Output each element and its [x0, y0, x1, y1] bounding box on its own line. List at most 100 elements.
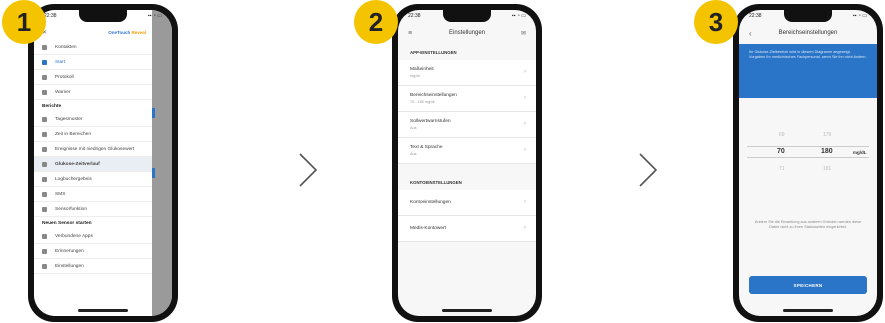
drawer-item[interactable]: Logbuchergebnis: [34, 172, 152, 187]
settings-row[interactable]: Maßeinheit mg/dL ›: [398, 60, 536, 86]
picker-low-next[interactable]: 71: [779, 166, 785, 172]
section-account-settings: KONTOEINSTELLUNGEN: [410, 180, 462, 185]
drawer-item[interactable]: Kontakten: [34, 40, 152, 55]
signal-battery-icon: ▪▪ ◔ ▭: [511, 13, 526, 19]
step-badge-3: 3: [694, 0, 738, 44]
settings-row-value: mg/dL: [410, 74, 421, 78]
chevron-right-icon: [639, 153, 658, 187]
drawer-item-label: Berichte: [42, 103, 62, 109]
section-app-settings: APP-EINSTELLUNGEN: [410, 50, 457, 55]
settings-row-title: Kontoeinstellungen: [410, 200, 451, 205]
drawer-item-label: Ereignisse mit niedrigen Glukosewert: [55, 146, 135, 152]
chevron-right-icon: [299, 153, 318, 187]
picker-high-prev[interactable]: 179: [823, 132, 831, 138]
drawer-item-label: Kontakten: [55, 44, 77, 50]
phone-3: 22:38 ▪▪ ◔ ▭ ‹ Bereichseinstellungen Ihr…: [733, 4, 883, 322]
menu-item-icon: [42, 89, 47, 95]
picker-high-value[interactable]: 180: [821, 148, 833, 155]
drawer-item-label: SMS: [55, 191, 66, 197]
drawer-item-label: Protokoll: [55, 74, 74, 80]
back-icon[interactable]: ‹: [749, 29, 752, 38]
settings-row-title: Bereichseinstellungen: [410, 93, 457, 98]
menu-item-icon: [42, 191, 47, 197]
drawer-item[interactable]: Tagesmuster: [34, 112, 152, 127]
phone-2: 22:38 ▪▪ ◔ ▭ ≡ Einstellungen ✉ APP-EINST…: [392, 4, 542, 322]
drawer-item-label: Neuen Sensor starten: [42, 220, 92, 226]
menu-item-icon: [42, 206, 47, 212]
menu-item-icon: [42, 146, 47, 152]
step-badge-2: 2: [354, 0, 398, 44]
screen-header: ‹ Bereichseinstellungen: [739, 24, 877, 42]
dimmed-background[interactable]: [152, 10, 172, 316]
save-button[interactable]: SPEICHERN: [749, 276, 867, 294]
settings-row[interactable]: Bereichseinstellungen 70 - 180 mg/dL ›: [398, 86, 536, 112]
message-icon[interactable]: ✉: [521, 30, 526, 37]
drawer-item-label: Erinnerungen: [55, 248, 84, 254]
info-note: Ändern Sie die Einstellung aus anderen G…: [754, 220, 862, 230]
chevron-right-icon: ›: [524, 121, 526, 127]
chevron-right-icon: ›: [524, 199, 526, 205]
chevron-right-icon: ›: [524, 69, 526, 75]
settings-row[interactable]: Text & Sprache Aus ›: [398, 138, 536, 164]
drawer-item[interactable]: Verbundene Apps: [34, 229, 152, 244]
chevron-right-icon: ›: [524, 225, 526, 231]
status-time: 22:38: [408, 13, 421, 19]
drawer-item[interactable]: Glukose-Zeitverlauf: [34, 157, 152, 172]
drawer-section-header: Neuen Sensor starten: [34, 217, 152, 229]
settings-row-value: 70 - 180 mg/dL: [410, 100, 436, 104]
menu-item-icon: [42, 116, 47, 122]
chevron-right-icon: ›: [524, 147, 526, 153]
settings-row[interactable]: Sollwertwarnstufen Aus ›: [398, 112, 536, 138]
drawer-item-label: Sensorfunktion: [55, 206, 87, 212]
settings-row-title: Maßeinheit: [410, 67, 434, 72]
nav-drawer: ✕ OneTouch Reveal Kontakten Start Protokol…: [34, 10, 152, 316]
drawer-item[interactable]: Protokoll: [34, 70, 152, 85]
settings-row-title: Medis-Kontowert: [410, 226, 446, 231]
menu-item-icon: [42, 74, 47, 80]
menu-icon[interactable]: ≡: [408, 30, 412, 37]
drawer-item[interactable]: SMS: [34, 187, 152, 202]
settings-row[interactable]: Medis-Kontowert ›: [398, 216, 536, 242]
app-settings-list: Maßeinheit mg/dL › Bereichseinstellungen 70 …: [398, 60, 536, 164]
drawer-item[interactable]: Ereignisse mit niedrigen Glukosewert: [34, 142, 152, 157]
settings-row-title: Sollwertwarnstufen: [410, 119, 451, 124]
home-indicator: [78, 309, 128, 312]
menu-item-icon: [42, 131, 47, 137]
signal-battery-icon: ▪▪ ◔ ▭: [147, 13, 162, 19]
range-picker[interactable]: 69 70 71 179 180 181 mg/dL: [739, 110, 877, 190]
drawer-item-label: Warner: [55, 89, 71, 95]
picker-high-next[interactable]: 181: [823, 166, 831, 172]
app-logo: OneTouch Reveal: [108, 29, 146, 35]
drawer-item[interactable]: Zeit in Bereichen: [34, 127, 152, 142]
phone-1-screen: 22:38 ▪▪ ◔ ▭ ✕ OneTouch Reveal Kontakten…: [34, 10, 172, 316]
drawer-item[interactable]: Start: [34, 55, 152, 70]
drawer-item[interactable]: Einstellungen: [34, 259, 152, 274]
menu-item-icon: [42, 161, 47, 167]
menu-item-icon: [42, 44, 47, 50]
account-settings-list: Kontoeinstellungen › Medis-Kontowert ›: [398, 190, 536, 242]
signal-battery-icon: ▪▪ ◔ ▭: [852, 13, 867, 19]
settings-row[interactable]: Kontoeinstellungen ›: [398, 190, 536, 216]
drawer-header: ✕ OneTouch Reveal: [42, 26, 146, 38]
drawer-item-label: Logbuchergebnis: [55, 176, 92, 182]
drawer-item-label: Tagesmuster: [55, 116, 83, 122]
menu-item-icon: [42, 233, 47, 239]
home-indicator: [442, 309, 492, 312]
picker-low-prev[interactable]: 69: [779, 132, 785, 138]
home-indicator: [783, 309, 833, 312]
drawer-item[interactable]: Erinnerungen: [34, 244, 152, 259]
chevron-right-icon: ›: [524, 95, 526, 101]
menu-item-icon: [42, 59, 47, 65]
picker-unit: mg/dL: [853, 150, 867, 155]
drawer-item-label: Glukose-Zeitverlauf: [55, 161, 100, 167]
picker-low-value[interactable]: 70: [777, 148, 785, 155]
drawer-item-label: Zeit in Bereichen: [55, 131, 91, 137]
page-title: Bereichseinstellungen: [778, 30, 838, 36]
menu-item-icon: [42, 248, 47, 254]
settings-row-title: Text & Sprache: [410, 145, 443, 150]
drawer-item[interactable]: Sensorfunktion: [34, 202, 152, 217]
drawer-item[interactable]: Warner: [34, 85, 152, 100]
page-title: Einstellungen: [448, 30, 486, 36]
settings-row-value: Aus: [410, 126, 417, 130]
notch: [784, 10, 832, 22]
